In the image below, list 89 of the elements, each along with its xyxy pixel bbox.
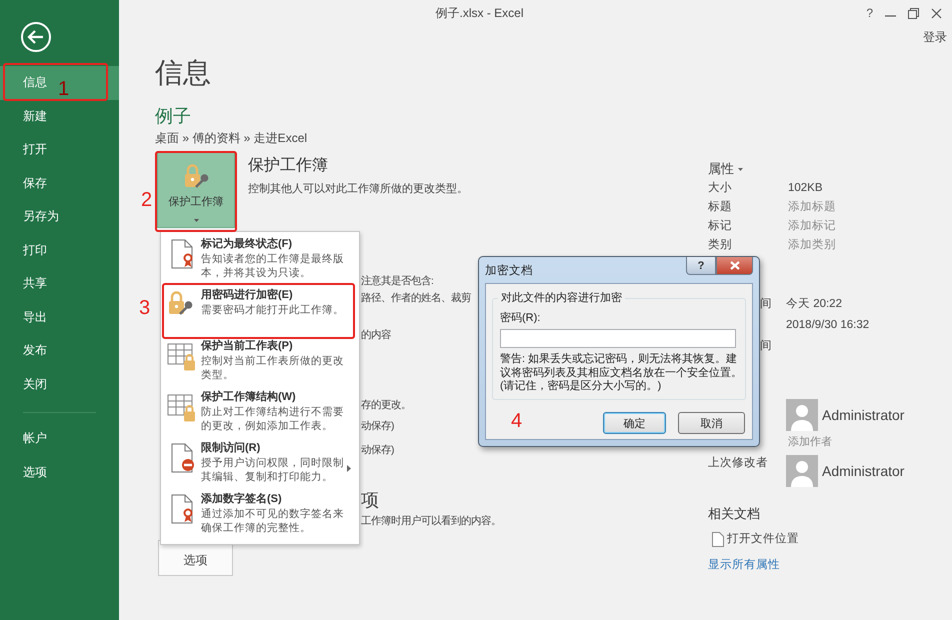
- info-text: 动保存): [361, 444, 394, 458]
- menu-item-title: 用密码进行加密(E): [201, 288, 294, 303]
- menu-item-description: 控制对当前工作表所做的更改类型。: [201, 354, 345, 382]
- property-label: 间: [759, 338, 773, 353]
- lock-key-icon: [182, 162, 210, 190]
- menu-item-title: 保护工作簿结构(W): [201, 390, 297, 405]
- caret-icon[interactable]: [738, 168, 743, 170]
- menu-item-description: 需要密码才能打开此工作簿。: [201, 303, 345, 317]
- dialog-title: 加密文档: [484, 263, 534, 278]
- avatar-icon: [786, 455, 818, 487]
- property-label: 标题: [708, 200, 733, 214]
- cancel-button[interactable]: 取消: [678, 412, 745, 434]
- author-name: Administrator: [822, 407, 904, 423]
- property-value: 今天 20:22: [786, 296, 842, 311]
- close-icon[interactable]: [931, 8, 942, 18]
- menu-item-title: 限制访问(R): [201, 441, 262, 456]
- section-title: 保护工作簿: [248, 156, 329, 176]
- property-value[interactable]: 添加标题: [788, 199, 836, 214]
- avatar-icon: [786, 399, 818, 431]
- info-text: 工作簿时用户可以看到的内容。: [361, 514, 501, 529]
- back-arrow-button[interactable]: [20, 21, 52, 53]
- caret-icon: [194, 219, 198, 222]
- menu-item-title: 添加数字签名(S): [201, 492, 283, 507]
- step-number: 1: [58, 78, 70, 100]
- info-text: 路径、作者的姓名、裁剪: [361, 291, 471, 306]
- help-button[interactable]: ?: [866, 6, 873, 20]
- sidebar-item[interactable]: 发布: [0, 334, 119, 368]
- page-heading: 信息: [155, 56, 212, 90]
- menu-item-title: 标记为最终状态(F): [201, 237, 294, 252]
- menu-item-description: 通过添加不可见的数字签名来确保工作簿的完整性。: [201, 507, 345, 535]
- section-description: 控制其他人可以对此工作簿所做的更改类型。: [248, 182, 468, 196]
- ok-button[interactable]: 确定: [603, 412, 666, 434]
- menu-item[interactable]: 标记为最终状态(F) 告知读者您的工作簿是最终版本，并将其设为只读。: [161, 234, 359, 285]
- step-number: 4: [511, 410, 522, 432]
- menu-item[interactable]: 用密码进行加密(E) 需要密码才能打开此工作簿。: [161, 285, 359, 336]
- protect-workbook-button[interactable]: 保护工作簿: [157, 151, 235, 228]
- help-button[interactable]: ?: [686, 257, 716, 275]
- menu-item-description: 授予用户访问权限，同时限制其编辑、复制和打印能力。: [201, 456, 345, 484]
- warning-text: 警告: 如果丢失或忘记密码，则无法将其恢复。建议将密码列表及其相应文档名放在一个安全位置。(请记住，密码是区分大小写的。): [500, 353, 743, 394]
- sidebar-item[interactable]: 另存为: [0, 200, 119, 234]
- group-title: 对此文件的内容进行加密: [498, 291, 625, 305]
- info-text: 注意其是否包含:: [361, 274, 434, 289]
- sidebar-item[interactable]: 关闭: [0, 368, 119, 401]
- menu-item-description: 防止对工作簿结构进行不需要的更改，例如添加工作表。: [201, 405, 345, 433]
- file-icon: [712, 532, 724, 546]
- sign-in-link[interactable]: 登录: [923, 28, 947, 46]
- property-label: 类别: [708, 238, 733, 252]
- restore-icon[interactable]: [908, 8, 919, 18]
- step-number: 2: [141, 189, 152, 211]
- properties-heading[interactable]: 属性: [708, 160, 734, 178]
- section-heading: 项: [361, 489, 379, 511]
- info-text: 存的更改。: [361, 398, 411, 413]
- property-label: 上次修改者: [708, 456, 769, 471]
- password-field[interactable]: [500, 329, 736, 348]
- sidebar-item[interactable]: 导出: [0, 300, 119, 334]
- sidebar-item[interactable]: 选项: [0, 456, 119, 489]
- menu-item-description: 告知读者您的工作簿是最终版本，并将其设为只读。: [201, 252, 345, 280]
- author-name: Administrator: [822, 463, 904, 479]
- step-number: 3: [139, 297, 150, 319]
- info-text: 动保存): [361, 420, 394, 434]
- menu-item-title: 保护当前工作表(P): [201, 339, 294, 354]
- file-name: 例子: [155, 105, 192, 127]
- property-value: 2018/9/30 16:32: [786, 318, 870, 330]
- sidebar-item[interactable]: 共享: [0, 267, 119, 300]
- menu-item[interactable]: 保护当前工作表(P) 控制对当前工作表所做的更改类型。: [161, 336, 359, 387]
- property-label: 间: [759, 296, 773, 311]
- file-path: 桌面 » 傅的资料 » 走进Excel: [155, 130, 308, 146]
- sidebar-item[interactable]: 新建: [0, 100, 119, 133]
- property-label: 大小: [708, 180, 733, 195]
- menu-item[interactable]: 保护工作簿结构(W) 防止对工作簿结构进行不需要的更改，例如添加工作表。: [161, 387, 359, 438]
- property-value: 102KB: [788, 182, 823, 194]
- sidebar-item[interactable]: 保存: [0, 166, 119, 200]
- sidebar-item[interactable]: 帐户: [0, 422, 119, 456]
- show-all-properties-link[interactable]: 显示所有属性: [708, 557, 952, 573]
- related-documents-heading: 相关文档: [708, 506, 761, 522]
- property-value[interactable]: 添加类别: [788, 237, 836, 252]
- password-label: 密码(R):: [500, 311, 542, 326]
- sidebar-item[interactable]: 打开: [0, 133, 119, 166]
- close-icon: [730, 261, 740, 270]
- property-label: 标记: [708, 218, 733, 233]
- menu-item[interactable]: 添加数字签名(S) 通过添加不可见的数字签名来确保工作簿的完整性。: [161, 489, 359, 540]
- info-text: 的内容: [361, 328, 391, 343]
- close-button[interactable]: [716, 257, 753, 275]
- property-value[interactable]: 添加标记: [788, 218, 836, 233]
- sidebar-item[interactable]: 打印: [0, 234, 119, 267]
- menu-item[interactable]: 限制访问(R) 授予用户访问权限，同时限制其编辑、复制和打印能力。: [161, 438, 359, 489]
- window-title: 例子.xlsx - Excel: [435, 4, 524, 22]
- add-author-link[interactable]: 添加作者: [788, 435, 832, 449]
- open-file-location-link[interactable]: 打开文件位置: [727, 531, 799, 547]
